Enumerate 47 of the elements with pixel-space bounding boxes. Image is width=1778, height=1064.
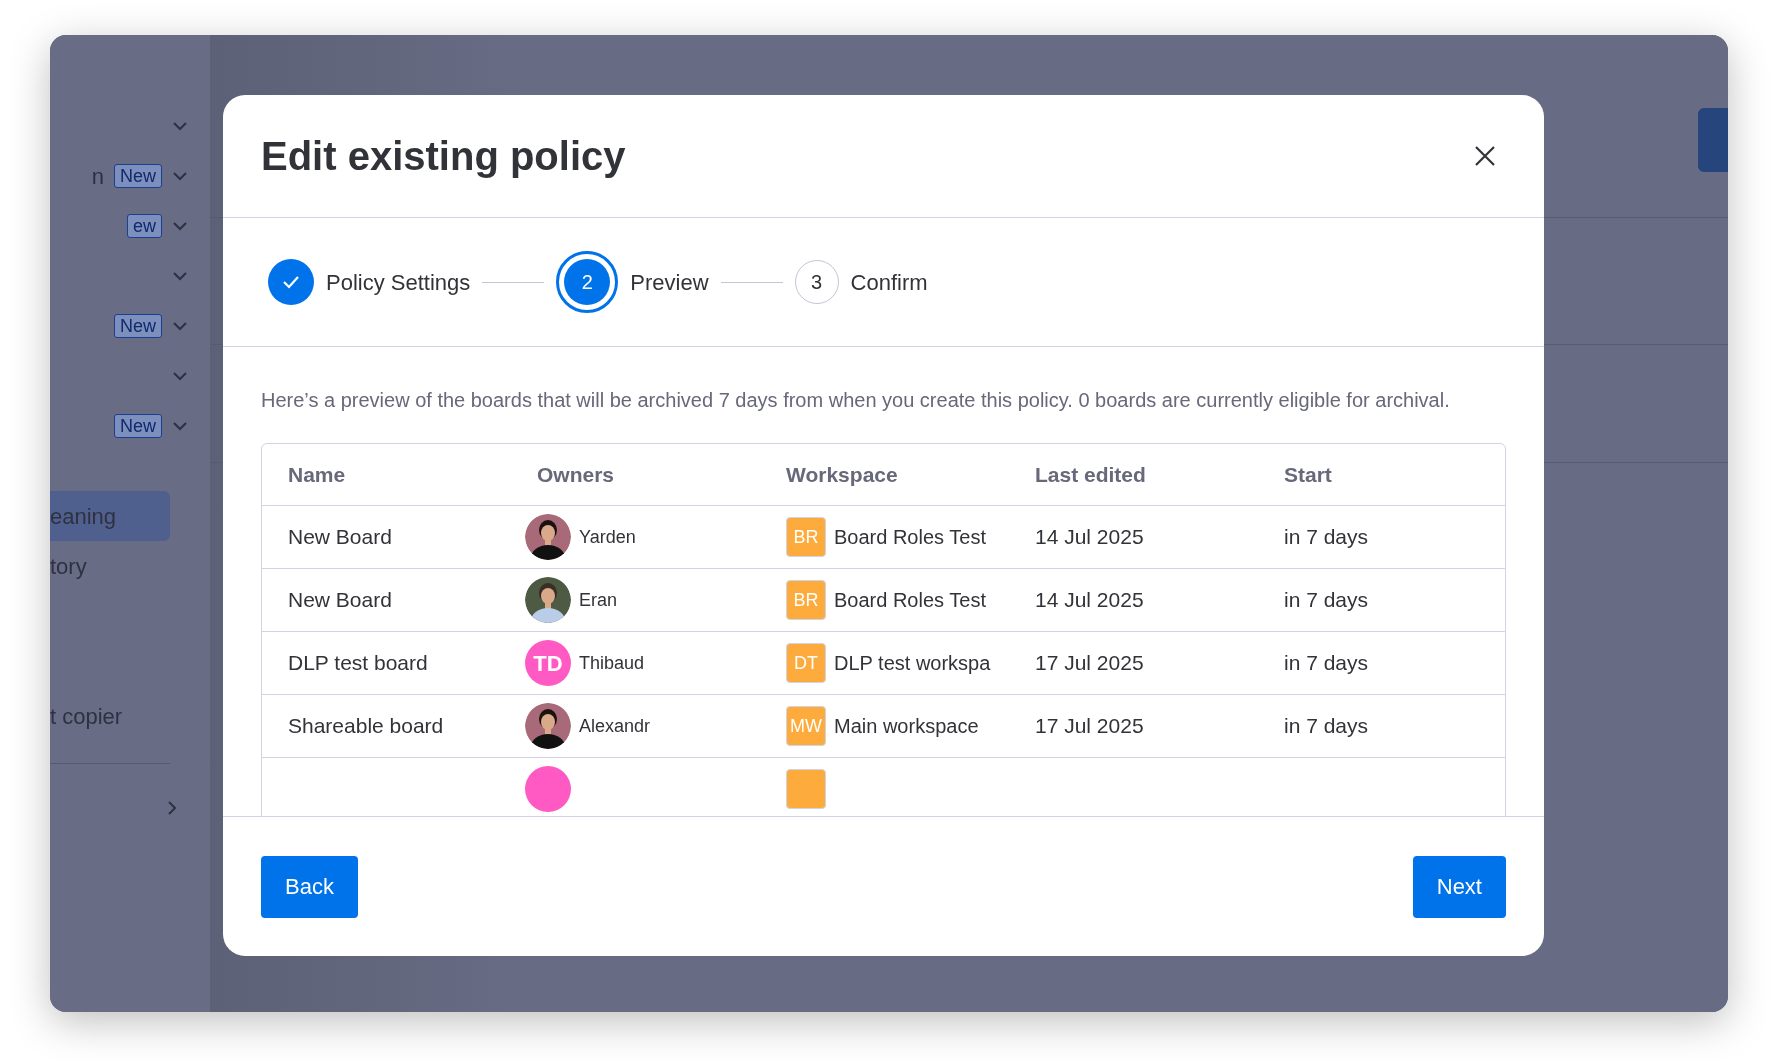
table-cell: New Board xyxy=(288,525,392,549)
workspace-badge: BR xyxy=(786,517,826,557)
column-header: Last edited xyxy=(1035,461,1147,488)
sidebar-item-label[interactable]: n xyxy=(91,159,104,193)
step-label: Preview xyxy=(630,268,709,297)
owner-name: Yarden xyxy=(579,525,636,549)
dialog-title: Edit existing policy xyxy=(261,133,626,180)
owner-name: Eran xyxy=(579,588,618,612)
step-label: Confirm xyxy=(850,268,928,297)
table-cell: in 7 days xyxy=(1284,651,1369,675)
workspace-badge: DT xyxy=(786,643,826,683)
step-label: Policy Settings xyxy=(326,268,471,297)
step-check-icon xyxy=(268,259,314,305)
step-number: 2 xyxy=(556,251,619,313)
new-tag: New xyxy=(114,314,162,338)
new-tag: New xyxy=(114,414,162,438)
column-header: Owners xyxy=(537,461,616,488)
table-cell: 14 Jul 2025 xyxy=(1035,588,1144,612)
new-tag: ew xyxy=(127,214,162,238)
next-button[interactable]: Next xyxy=(1412,855,1506,918)
column-header: Name xyxy=(288,461,347,488)
column-header: Start xyxy=(1284,461,1333,488)
table-cell: in 7 days xyxy=(1284,525,1369,549)
table-cell-text: DLP test workspa xyxy=(834,651,991,676)
avatar: TD xyxy=(525,640,571,686)
workspace-badge: BR xyxy=(786,580,826,620)
owner-name: Alexandr xyxy=(579,714,651,738)
table-cell-text: Board Roles Test xyxy=(834,525,986,550)
column-header: Workspace xyxy=(786,461,899,488)
workspace-badge xyxy=(786,769,826,809)
owner-name: Thibaud xyxy=(579,651,645,675)
table-cell-text: Main workspace xyxy=(834,714,979,739)
description-text: Here’s a preview of the boards that will be archived 7 days from when you create this policy. 0 boards are currently eligible for archival. xyxy=(261,388,1451,413)
table-cell: in 7 days xyxy=(1284,588,1369,612)
sidebar-item[interactable]: eaning xyxy=(50,491,170,541)
table-cell: Shareable board xyxy=(288,714,444,738)
table-cell: 17 Jul 2025 xyxy=(1035,714,1144,738)
table-cell: 14 Jul 2025 xyxy=(1035,525,1144,549)
table-cell: 17 Jul 2025 xyxy=(1035,651,1144,675)
avatar xyxy=(525,766,571,812)
back-button[interactable]: Back xyxy=(261,855,358,918)
table-cell: DLP test board xyxy=(288,651,428,675)
table-cell: in 7 days xyxy=(1284,714,1369,738)
table-cell-text: Board Roles Test xyxy=(834,588,986,613)
table-cell: New Board xyxy=(288,588,392,612)
workspace-badge: MW xyxy=(786,706,826,746)
new-tag: New xyxy=(114,164,162,188)
